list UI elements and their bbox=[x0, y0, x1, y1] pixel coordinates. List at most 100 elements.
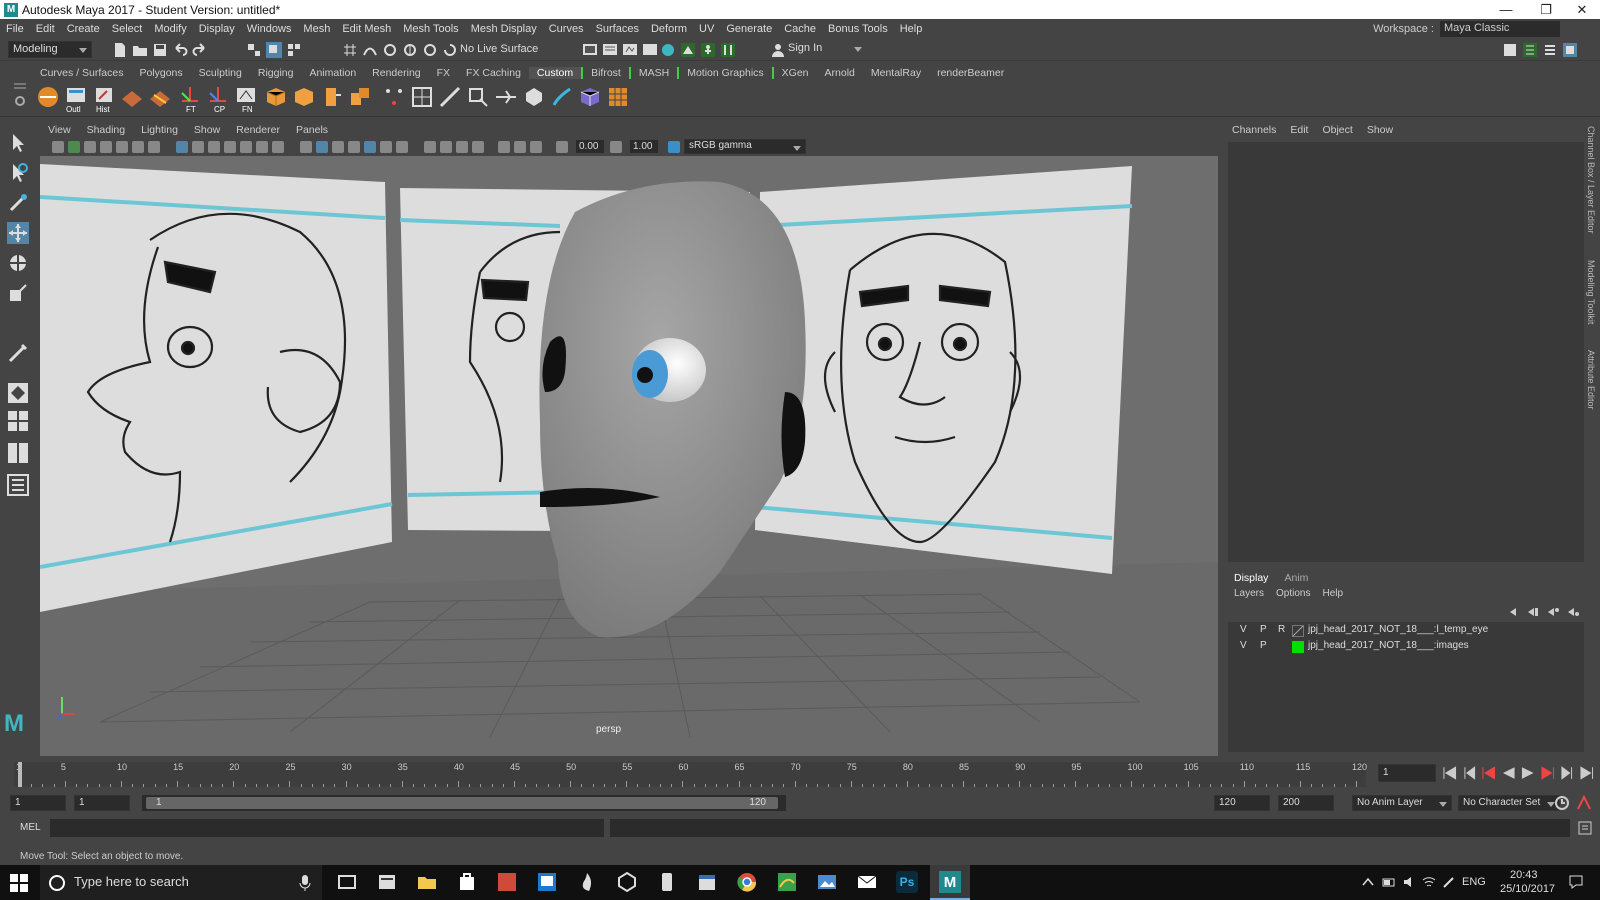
script-editor-icon[interactable] bbox=[1578, 821, 1592, 835]
tab-anim[interactable]: Anim bbox=[1284, 572, 1308, 584]
layer-reference-toggle[interactable]: R bbox=[1278, 624, 1285, 635]
menu-deform[interactable]: Deform bbox=[645, 23, 693, 35]
paint-select-tool-icon[interactable] bbox=[7, 192, 29, 214]
step-back-icon[interactable] bbox=[1462, 766, 1478, 780]
language-indicator[interactable]: ENG bbox=[1462, 876, 1486, 888]
menu-select[interactable]: Select bbox=[106, 23, 149, 35]
file-explorer-icon[interactable] bbox=[416, 871, 438, 893]
side-tab-attribute-editor[interactable]: Attribute Editor bbox=[1586, 350, 1596, 410]
channel-box-menu-show[interactable]: Show bbox=[1367, 124, 1393, 136]
move-layer-up-icon[interactable] bbox=[1508, 606, 1522, 618]
layer-row[interactable]: V P jpj_head_2017_NOT_18___:images bbox=[1232, 640, 1582, 655]
map-app-icon[interactable] bbox=[776, 871, 798, 893]
shelf-tab-fx[interactable]: FX bbox=[429, 67, 458, 79]
maya-taskbar-button[interactable]: M bbox=[930, 865, 970, 900]
step-forward-key-icon[interactable] bbox=[1540, 766, 1556, 780]
menu-mesh-tools[interactable]: Mesh Tools bbox=[397, 23, 464, 35]
menu-modify[interactable]: Modify bbox=[148, 23, 192, 35]
uv-editor-icon[interactable] bbox=[578, 85, 602, 109]
wireframe-on-shaded-icon[interactable] bbox=[316, 141, 328, 153]
unity-icon[interactable] bbox=[616, 871, 638, 893]
field-chart-icon[interactable] bbox=[224, 141, 236, 153]
gamma-field[interactable]: 1.00 bbox=[630, 140, 658, 153]
menu-set-dropdown[interactable]: Modeling bbox=[8, 41, 92, 58]
range-track[interactable]: 1 120 bbox=[142, 795, 786, 811]
depth-of-field-icon[interactable] bbox=[456, 141, 468, 153]
hud-icon[interactable] bbox=[530, 141, 542, 153]
autodesk-app-icon[interactable] bbox=[496, 871, 518, 893]
snap-point-icon[interactable] bbox=[382, 42, 398, 58]
side-tab-modeling-toolkit[interactable]: Modeling Toolkit bbox=[1586, 260, 1596, 324]
shadows-icon[interactable] bbox=[380, 141, 392, 153]
redo-icon[interactable] bbox=[192, 42, 208, 58]
menu-display[interactable]: Display bbox=[193, 23, 241, 35]
anim-layer-dropdown[interactable]: No Anim Layer bbox=[1352, 795, 1452, 811]
gate-mask-icon[interactable] bbox=[208, 141, 220, 153]
select-tool-icon[interactable] bbox=[7, 132, 29, 154]
shelf-settings-icon[interactable] bbox=[14, 95, 26, 107]
go-to-end-icon[interactable] bbox=[1579, 766, 1595, 780]
resolution-gate-icon[interactable] bbox=[192, 141, 204, 153]
windows-start-icon[interactable] bbox=[10, 874, 28, 892]
view-transform-dropdown[interactable]: sRGB gamma bbox=[684, 139, 806, 154]
shelf-tab-arnold[interactable]: Arnold bbox=[817, 67, 863, 79]
human-ik-icon[interactable] bbox=[700, 42, 716, 58]
multi-cut-icon[interactable] bbox=[410, 85, 434, 109]
camera-select-icon[interactable] bbox=[52, 141, 64, 153]
viewport-menu-show[interactable]: Show bbox=[186, 124, 228, 136]
shelf-tab-rendering[interactable]: Rendering bbox=[364, 67, 428, 79]
layers-menu[interactable]: Layers bbox=[1234, 588, 1264, 600]
channel-box-menu-channels[interactable]: Channels bbox=[1232, 124, 1276, 136]
volume-icon[interactable] bbox=[1402, 875, 1416, 889]
safe-action-icon[interactable] bbox=[240, 141, 252, 153]
snap-view-icon[interactable] bbox=[402, 42, 418, 58]
viewport-persp[interactable]: persp bbox=[40, 122, 1218, 756]
grid-icon[interactable] bbox=[148, 141, 160, 153]
extrude-icon[interactable] bbox=[320, 85, 344, 109]
sculpt-icon[interactable] bbox=[522, 85, 546, 109]
four-view-layout-icon[interactable] bbox=[7, 410, 29, 432]
rotate-tool-icon[interactable] bbox=[7, 252, 29, 274]
new-scene-icon[interactable] bbox=[112, 42, 128, 58]
single-perspective-layout-icon[interactable] bbox=[7, 382, 29, 404]
render-frame-icon[interactable] bbox=[602, 42, 618, 58]
motion-blur-icon[interactable] bbox=[424, 141, 436, 153]
uv-layout-icon[interactable] bbox=[606, 85, 630, 109]
menu-create[interactable]: Create bbox=[61, 23, 106, 35]
menu-mesh[interactable]: Mesh bbox=[297, 23, 336, 35]
mel-input[interactable] bbox=[50, 819, 604, 837]
wireframe-icon[interactable] bbox=[272, 141, 284, 153]
playback-end-field[interactable]: 120 bbox=[1214, 795, 1270, 811]
menu-edit-mesh[interactable]: Edit Mesh bbox=[336, 23, 397, 35]
camera-attributes-icon[interactable] bbox=[68, 141, 80, 153]
time-slider-track[interactable]: 1510152025303540455055606570758085909510… bbox=[14, 762, 1367, 787]
shelf-tab-animation[interactable]: Animation bbox=[301, 67, 364, 79]
shelf-tab-motion-graphics[interactable]: Motion Graphics bbox=[677, 66, 774, 79]
paint-icon[interactable] bbox=[550, 85, 574, 109]
snap-surface-icon[interactable] bbox=[422, 42, 438, 58]
menu-mesh-display[interactable]: Mesh Display bbox=[465, 23, 543, 35]
battery-icon[interactable] bbox=[1382, 875, 1396, 889]
help-menu[interactable]: Help bbox=[1322, 588, 1343, 600]
anim-prefs-icon[interactable] bbox=[1576, 795, 1592, 811]
side-tab-channel-box[interactable]: Channel Box / Layer Editor bbox=[1586, 126, 1596, 234]
mel-label[interactable]: MEL bbox=[20, 822, 41, 833]
bookmarks-icon[interactable] bbox=[84, 141, 96, 153]
shelf-tab-fx-caching[interactable]: FX Caching bbox=[458, 67, 529, 79]
render-view-icon[interactable] bbox=[582, 42, 598, 58]
ipr-render-icon[interactable] bbox=[622, 42, 638, 58]
range-handle[interactable]: 1 120 bbox=[146, 797, 778, 809]
viewport-menu-view[interactable]: View bbox=[40, 124, 79, 136]
merge-vertices-icon[interactable] bbox=[382, 85, 406, 109]
xray-icon[interactable] bbox=[332, 141, 344, 153]
modeling-toolkit-toggle-icon[interactable] bbox=[1502, 42, 1518, 58]
start-time-field[interactable]: 1 bbox=[10, 795, 66, 811]
step-forward-icon[interactable] bbox=[1559, 766, 1575, 780]
photoshop-icon[interactable]: Ps bbox=[896, 871, 918, 893]
step-back-key-icon[interactable] bbox=[1481, 766, 1497, 780]
delete-history-shelf-icon[interactable] bbox=[120, 85, 144, 109]
calendar-app-icon[interactable] bbox=[696, 871, 718, 893]
restore-icon[interactable]: ❐ bbox=[1526, 0, 1566, 19]
shelf-menu-icon[interactable] bbox=[14, 83, 26, 89]
shelf-tab-renderbeamer[interactable]: renderBeamer bbox=[929, 67, 1012, 79]
